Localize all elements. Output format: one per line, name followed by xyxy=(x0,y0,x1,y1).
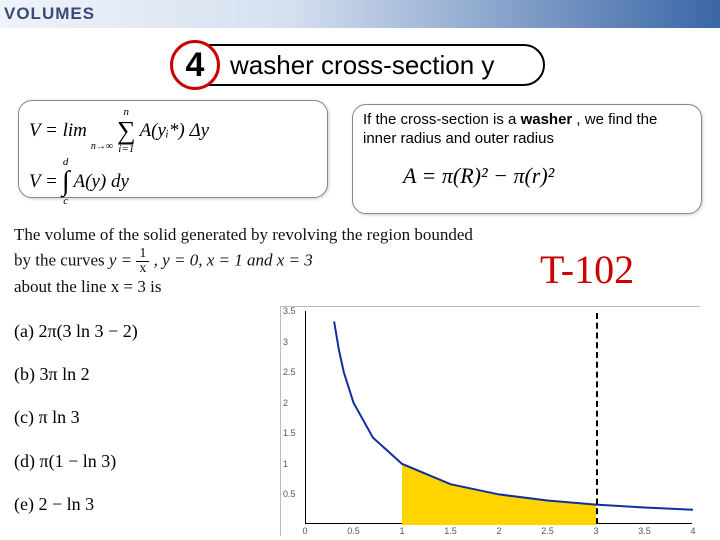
fraction-1-over-x: 1 x xyxy=(136,247,149,276)
volume-formula-sum: V = lim n→∞ n ∑ i=1 A(yᵢ*) Δy xyxy=(29,107,317,155)
step-number-badge: 4 xyxy=(170,40,220,90)
curve-1-over-x xyxy=(334,321,693,509)
step-number: 4 xyxy=(186,46,205,85)
y-tick-label: 1.5 xyxy=(283,428,296,438)
washer-area-formula: A = π(R)² − π(r)² xyxy=(363,163,691,189)
formula-text: A(yᵢ*) Δy xyxy=(140,120,210,142)
dashed-line-x3 xyxy=(596,313,598,524)
page-title: VOLUMES xyxy=(4,4,95,24)
choice-e: (e) 2 − ln 3 xyxy=(14,483,138,526)
x-tick-label: 2 xyxy=(496,526,501,536)
x-tick-label: 4 xyxy=(690,526,695,536)
x-tick-label: 3 xyxy=(593,526,598,536)
sigma-icon: n ∑ i=1 xyxy=(117,107,136,155)
choice-a: (a) 2π(3 ln 3 − 2) xyxy=(14,310,138,353)
choice-c: (c) π ln 3 xyxy=(14,396,138,439)
integral-icon: d ∫ c xyxy=(62,157,70,207)
formula-text: V = xyxy=(29,171,58,193)
y-tick-label: 2 xyxy=(283,398,288,408)
x-tick-label: 1.5 xyxy=(444,526,457,536)
x-tick-label: 0.5 xyxy=(347,526,360,536)
y-tick-label: 2.5 xyxy=(283,367,296,377)
formula-text: V = lim xyxy=(29,120,87,142)
volume-formula-integral: V = d ∫ c A(y) dy xyxy=(29,157,317,207)
washer-description: If the cross-section is a washer , we fi… xyxy=(363,111,691,149)
choice-b: (b) 3π ln 2 xyxy=(14,353,138,396)
step-pill: washer cross-section y xyxy=(180,44,545,86)
header-bar: VOLUMES xyxy=(0,0,720,28)
y-tick-label: 3 xyxy=(283,337,288,347)
problem-code: T-102 xyxy=(540,246,634,293)
x-tick-label: 3.5 xyxy=(638,526,651,536)
plot-area: 0.5 1 1.5 2 2.5 3 3.5 0 0.5 1 1.5 2 2.5 3 3.5 4 xyxy=(280,306,700,536)
volume-formula-box: V = lim n→∞ n ∑ i=1 A(yᵢ*) Δy V = d ∫ c … xyxy=(18,100,328,198)
washer-description-box: If the cross-section is a washer , we fi… xyxy=(352,104,702,214)
x-tick-label: 1 xyxy=(399,526,404,536)
step-label: washer cross-section y xyxy=(230,50,494,81)
limit-subscript: n→∞ xyxy=(91,141,113,152)
x-tick-label: 0 xyxy=(302,526,307,536)
y-tick-label: 3.5 xyxy=(283,306,296,316)
y-tick-label: 0.5 xyxy=(283,489,296,499)
formula-text: A(y) dy xyxy=(74,171,129,193)
choice-d: (d) π(1 − ln 3) xyxy=(14,440,138,483)
x-tick-label: 2.5 xyxy=(541,526,554,536)
plot-svg xyxy=(281,307,701,537)
answer-choices: (a) 2π(3 ln 3 − 2) (b) 3π ln 2 (c) π ln … xyxy=(14,310,138,526)
y-tick-label: 1 xyxy=(283,459,288,469)
problem-statement: The volume of the solid generated by rev… xyxy=(14,224,474,299)
